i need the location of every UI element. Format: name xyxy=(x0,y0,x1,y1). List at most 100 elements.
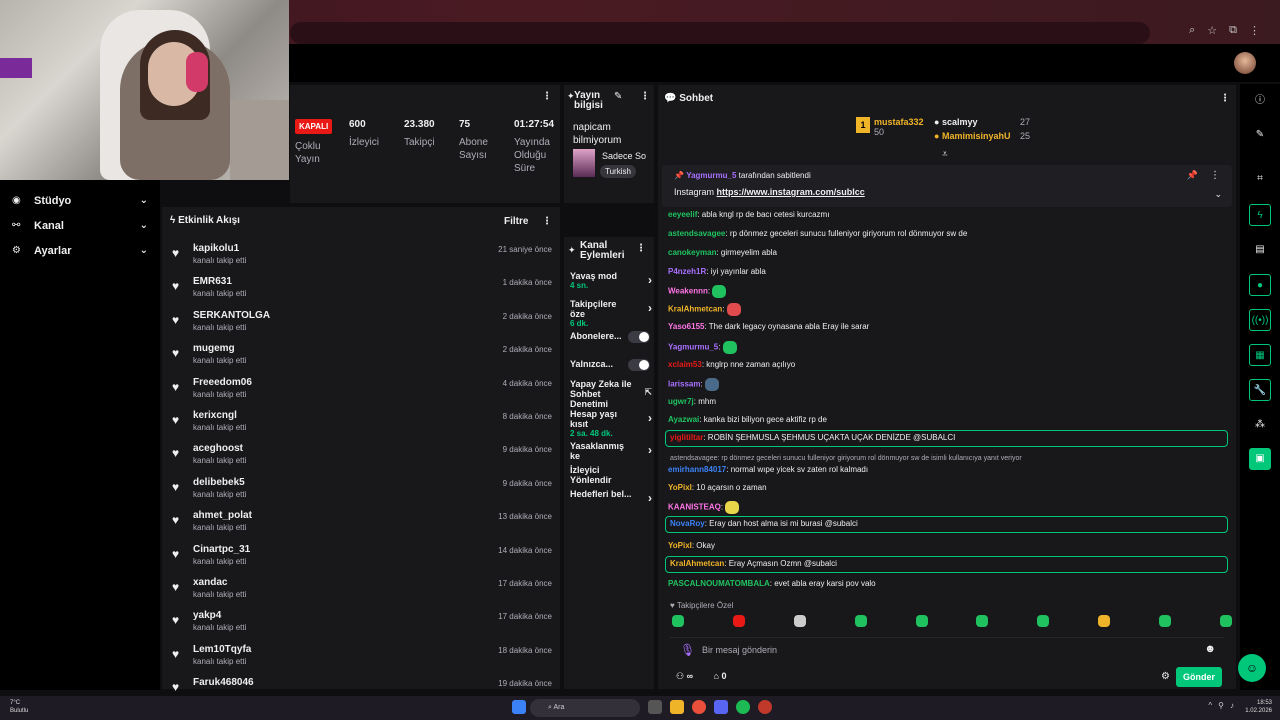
chat-message[interactable]: YoPixl: 10 açarsın o zaman xyxy=(668,483,767,492)
channel-action-item[interactable]: Abonelere... xyxy=(570,331,654,343)
activity-user[interactable]: kerixcngl xyxy=(193,410,237,421)
chat-username[interactable]: YoPixl xyxy=(668,541,692,550)
toggle-switch[interactable] xyxy=(628,331,650,343)
toggle-switch[interactable] xyxy=(628,359,650,371)
activity-user[interactable]: EMR631 xyxy=(193,276,232,287)
file-explorer-icon[interactable] xyxy=(670,700,684,714)
emote-icon[interactable] xyxy=(915,615,928,627)
bookmark-star-icon[interactable]: ☆ xyxy=(1207,24,1217,37)
address-bar[interactable] xyxy=(290,22,1150,44)
chat-message[interactable]: Yaso6155: The dark legacy oynasana abla … xyxy=(668,322,869,331)
instagram-link[interactable]: https://www.instagram.com/sublcc xyxy=(717,187,865,197)
activity-user[interactable]: Cinartpc_31 xyxy=(193,544,250,555)
chat-message[interactable]: xclaim53: knglrp nne zaman açılıyo xyxy=(668,360,795,369)
more-options-icon[interactable]: ⋮ xyxy=(542,91,552,102)
pin-icon[interactable]: 📌 xyxy=(1187,170,1198,181)
chat-message[interactable]: larissam: xyxy=(668,378,719,391)
chat-message[interactable]: KralAhmetcan: Eray Açmasın Ozmn @subalci xyxy=(665,556,1228,573)
chat-username[interactable]: NovaRoy xyxy=(670,519,705,528)
edit-icon[interactable]: ✎ xyxy=(1249,124,1271,146)
menu-icon[interactable]: ⋮ xyxy=(1249,24,1260,37)
share-icon[interactable]: ⁂ xyxy=(1249,414,1271,436)
chat-username[interactable]: emirhann84017 xyxy=(668,465,726,474)
activity-user[interactable]: Faruk468046 xyxy=(193,677,254,688)
stream-tag[interactable]: Turkish xyxy=(600,165,636,178)
more-options-icon[interactable]: ⋮ xyxy=(640,91,650,102)
channel-action-item[interactable]: Yalnızca... xyxy=(570,359,654,371)
activity-user[interactable]: SERKANTOLGA xyxy=(193,310,270,321)
activity-row[interactable]: ♥ kapikolu1 kanalı takip etti 21 saniye önc… xyxy=(172,240,552,273)
chat-username[interactable]: KAANISTEAQ xyxy=(668,503,721,512)
emote-icon[interactable] xyxy=(793,615,806,627)
activity-row[interactable]: ♥ delibebek5 kanalı takip etti 9 dakika önc… xyxy=(172,474,552,507)
sidebar-item-settings[interactable]: ⚙ Ayarlar ⌄ xyxy=(0,238,160,263)
chat-username[interactable]: ugwr7j xyxy=(668,397,694,406)
emote-icon[interactable] xyxy=(1219,615,1232,627)
help-icon[interactable]: ☺ xyxy=(1238,654,1266,682)
chat-message[interactable]: KAANISTEAQ: xyxy=(668,501,740,514)
avatar[interactable] xyxy=(1234,52,1256,74)
activity-user[interactable]: aceghoost xyxy=(193,443,243,454)
viewers-icon[interactable]: ⚇ xyxy=(676,671,684,681)
chat-message[interactable]: YoPixl: Okay xyxy=(668,541,715,550)
send-button[interactable]: Gönder xyxy=(1176,667,1222,687)
chat-bubble-icon[interactable]: ● xyxy=(1249,274,1271,296)
channel-action-item[interactable]: Takipçilere öze 6 dk. › xyxy=(570,299,654,328)
activity-row[interactable]: ♥ yakp4 kanalı takip etti 17 dakika önce xyxy=(172,607,552,640)
collapse-icon[interactable]: ⩡ xyxy=(942,149,948,160)
chat-username[interactable]: astendsavagee xyxy=(668,229,725,238)
activity-user[interactable]: ahmet_polat xyxy=(193,510,252,521)
sidebar-item-channel[interactable]: ⚯ Kanal ⌄ xyxy=(0,213,160,238)
activity-row[interactable]: ♥ SERKANTOLGA kanalı takip etti 2 dakika ön… xyxy=(172,307,552,340)
chat-message[interactable]: KralAhmetcan: xyxy=(668,303,741,316)
bolt-icon[interactable]: ϟ xyxy=(1249,204,1271,226)
extensions-icon[interactable]: ⧉ xyxy=(1229,24,1237,37)
clock[interactable]: 18:53 1.02.2026 xyxy=(1245,699,1272,715)
chat-username[interactable]: yiglitiltar xyxy=(670,433,703,442)
chat-message[interactable]: Weakennn: xyxy=(668,285,727,298)
chat-input[interactable]: 🎙 Bir mesaj gönderin ☻ xyxy=(670,637,1224,661)
windows-start-icon[interactable] xyxy=(512,700,526,714)
chrome-icon[interactable] xyxy=(692,700,706,714)
chat-message[interactable]: yiglitiltar: ROBİN ŞEHMUSLA ŞEHMUS UÇAKT… xyxy=(665,430,1228,447)
chat-message[interactable]: eeyeelif: abla kngl rp de bacı cetesi ku… xyxy=(668,210,829,219)
weather-widget[interactable]: 7°C Bulutlu xyxy=(10,699,28,715)
chat-username[interactable]: Weakennn xyxy=(668,287,708,296)
chat-message[interactable]: NovaRoy: Eray dan host alma isi mi buras… xyxy=(665,516,1228,533)
discord-icon[interactable] xyxy=(714,700,728,714)
activity-row[interactable]: ♥ Lem10Tqyfa kanalı takip etti 18 dakika ön… xyxy=(172,641,552,674)
chat-settings-icon[interactable]: ⚙ xyxy=(1161,671,1170,682)
activity-row[interactable]: ♥ kerixcngl kanalı takip etti 8 dakika önce xyxy=(172,407,552,440)
filter-button[interactable]: Filtre xyxy=(504,216,528,227)
spotify-icon[interactable] xyxy=(736,700,750,714)
more-options-icon[interactable]: ⋮ xyxy=(1210,170,1220,181)
emote-icon[interactable] xyxy=(976,615,989,627)
activity-user[interactable]: delibebek5 xyxy=(193,477,245,488)
channel-action-item[interactable]: Hedefleri bel... › xyxy=(570,489,654,505)
chat-message[interactable]: ugwr7j: mhm xyxy=(668,397,716,406)
activity-row[interactable]: ♥ ahmet_polat kanalı takip etti 13 dakika ö… xyxy=(172,507,552,540)
activity-row[interactable]: ♥ mugemg kanalı takip etti 2 dakika önce xyxy=(172,340,552,373)
chat-username[interactable]: Ayazwai xyxy=(668,415,699,424)
microphone-icon[interactable]: 🎙 xyxy=(680,643,695,657)
emote-icon[interactable] xyxy=(854,615,867,627)
chat-username[interactable]: KralAhmetcan xyxy=(670,559,724,568)
info-icon[interactable]: ⓘ xyxy=(1249,90,1271,112)
emote-icon[interactable] xyxy=(1098,615,1111,627)
emote-icon[interactable] xyxy=(672,615,684,627)
emote-icon[interactable] xyxy=(1159,615,1171,627)
channel-action-item[interactable]: Yasaklanmış ke › xyxy=(570,441,654,461)
zoom-icon[interactable]: ⌕ xyxy=(1189,24,1195,37)
chat-username[interactable]: Yagmurmu_5 xyxy=(668,343,718,352)
chat-username[interactable]: KralAhmetcan xyxy=(668,305,722,314)
layout-icon[interactable]: ▦ xyxy=(1249,344,1271,366)
chat-message[interactable]: Yagmurmu_5: xyxy=(668,341,737,354)
notes-icon[interactable]: ▤ xyxy=(1249,239,1271,261)
browser-icon[interactable] xyxy=(758,700,772,714)
clip-icon[interactable]: ⌗ xyxy=(1249,168,1271,190)
more-options-icon[interactable]: ⋮ xyxy=(1220,93,1230,104)
activity-user[interactable]: yakp4 xyxy=(193,610,221,621)
activity-user[interactable]: Lem10Tqyfa xyxy=(193,644,251,655)
chat-username[interactable]: Yaso6155 xyxy=(668,322,704,331)
leader-name[interactable]: scalmyy xyxy=(942,117,978,127)
